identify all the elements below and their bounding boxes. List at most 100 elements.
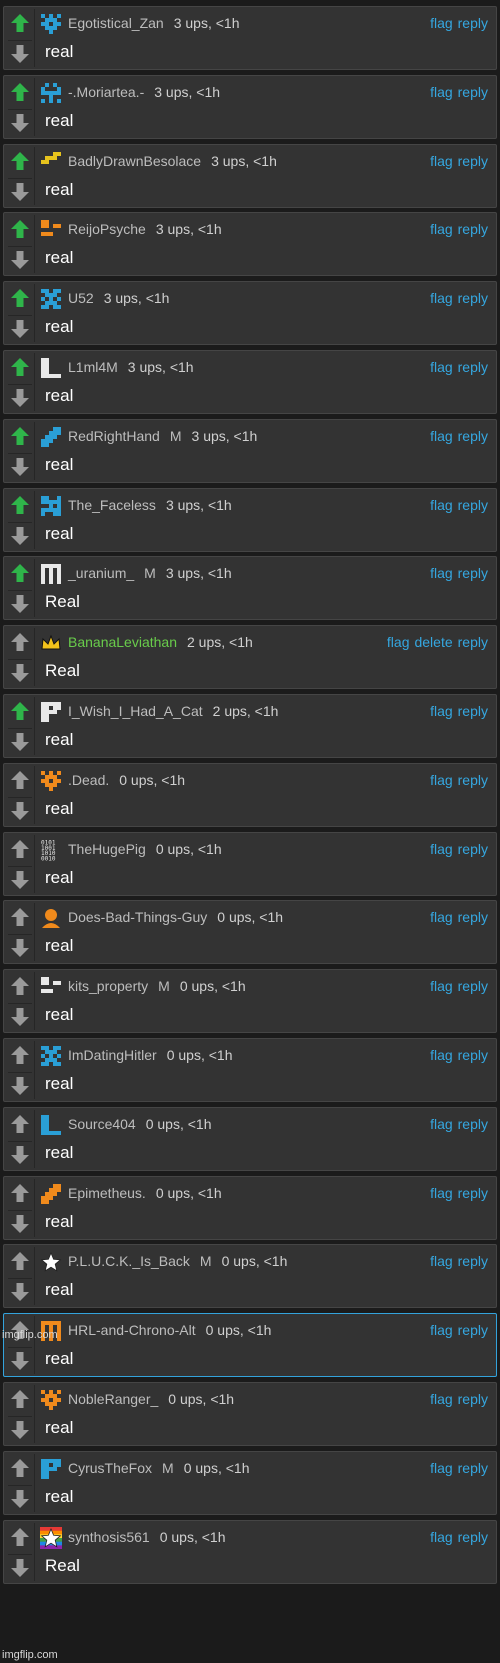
username-link[interactable]: -.Moriartea.- (68, 84, 144, 100)
upvote-arrow-icon[interactable] (10, 1251, 30, 1271)
orange-pixel-avatar-icon[interactable] (40, 219, 62, 241)
upvote-arrow-icon[interactable] (10, 563, 30, 583)
username-link[interactable]: .Dead. (68, 772, 109, 788)
binary-avatar-icon[interactable]: 0101 1001 1010 0010 (40, 839, 62, 862)
upvote-arrow-icon[interactable] (10, 426, 30, 446)
blue-pixel-avatar-icon[interactable] (40, 426, 62, 448)
upvote-arrow-icon[interactable] (10, 219, 30, 239)
username-link[interactable]: CyrusTheFox (68, 1460, 152, 1476)
downvote-arrow-icon[interactable] (10, 1076, 30, 1096)
downvote-arrow-icon[interactable] (10, 319, 30, 339)
reply-link[interactable]: reply (458, 221, 488, 237)
reply-link[interactable]: reply (458, 1322, 488, 1338)
username-link[interactable]: NobleRanger_ (68, 1391, 158, 1407)
reply-link[interactable]: reply (458, 84, 488, 100)
reply-link[interactable]: reply (458, 15, 488, 31)
rainbow-star-icon[interactable] (40, 1526, 62, 1549)
flag-link[interactable]: flag (430, 1460, 453, 1476)
username-link[interactable]: synthosis561 (68, 1529, 150, 1545)
upvote-arrow-icon[interactable] (10, 976, 30, 996)
upvote-arrow-icon[interactable] (10, 1527, 30, 1547)
username-link[interactable]: U52 (68, 290, 94, 306)
reply-link[interactable]: reply (458, 909, 488, 925)
upvote-arrow-icon[interactable] (10, 701, 30, 721)
flag-link[interactable]: flag (430, 15, 453, 31)
flag-link[interactable]: flag (430, 221, 453, 237)
upvote-arrow-icon[interactable] (10, 1183, 30, 1203)
orange-pixel-avatar-icon[interactable] (40, 1183, 62, 1205)
flag-link[interactable]: flag (430, 290, 453, 306)
flag-link[interactable]: flag (430, 428, 453, 444)
reply-link[interactable]: reply (458, 1460, 488, 1476)
blue-pixel-avatar-icon[interactable] (40, 1114, 62, 1136)
orange-pixel-avatar-icon[interactable] (40, 770, 62, 792)
username-link[interactable]: HRL-and-Chrono-Alt (68, 1322, 196, 1338)
flag-link[interactable]: flag (430, 359, 453, 375)
downvote-arrow-icon[interactable] (10, 1420, 30, 1440)
downvote-arrow-icon[interactable] (10, 1558, 30, 1578)
upvote-arrow-icon[interactable] (10, 82, 30, 102)
flag-link[interactable]: flag (430, 1185, 453, 1201)
downvote-arrow-icon[interactable] (10, 594, 30, 614)
downvote-arrow-icon[interactable] (10, 44, 30, 64)
downvote-arrow-icon[interactable] (10, 938, 30, 958)
reply-link[interactable]: reply (458, 1116, 488, 1132)
downvote-arrow-icon[interactable] (10, 1351, 30, 1371)
flag-link[interactable]: flag (430, 1322, 453, 1338)
reply-link[interactable]: reply (458, 1391, 488, 1407)
flag-link[interactable]: flag (430, 772, 453, 788)
flag-link[interactable]: flag (430, 909, 453, 925)
username-link[interactable]: L1ml4M (68, 359, 118, 375)
flag-link[interactable]: flag (387, 634, 410, 650)
flag-link[interactable]: flag (430, 1253, 453, 1269)
downvote-arrow-icon[interactable] (10, 388, 30, 408)
reply-link[interactable]: reply (458, 841, 488, 857)
flag-link[interactable]: flag (430, 978, 453, 994)
reply-link[interactable]: reply (458, 1047, 488, 1063)
reply-link[interactable]: reply (458, 772, 488, 788)
username-link[interactable]: TheHugePig (68, 841, 146, 857)
downvote-arrow-icon[interactable] (10, 1007, 30, 1027)
white-pixel-avatar-icon[interactable] (40, 563, 62, 585)
downvote-arrow-icon[interactable] (10, 526, 30, 546)
reply-link[interactable]: reply (458, 497, 488, 513)
white-pixel-avatar-icon[interactable] (40, 976, 62, 998)
flag-link[interactable]: flag (430, 1529, 453, 1545)
person-avatar-icon[interactable] (40, 907, 62, 929)
upvote-arrow-icon[interactable] (10, 1458, 30, 1478)
username-link[interactable]: Does-Bad-Things-Guy (68, 909, 207, 925)
upvote-arrow-icon[interactable] (10, 357, 30, 377)
flag-link[interactable]: flag (430, 565, 453, 581)
username-link[interactable]: Source404 (68, 1116, 136, 1132)
upvote-arrow-icon[interactable] (10, 151, 30, 171)
username-link[interactable]: I_Wish_I_Had_A_Cat (68, 703, 203, 719)
reply-link[interactable]: reply (458, 1529, 488, 1545)
crown-icon[interactable] (40, 632, 62, 654)
flag-link[interactable]: flag (430, 841, 453, 857)
reply-link[interactable]: reply (458, 565, 488, 581)
username-link[interactable]: _uranium_ (68, 565, 134, 581)
yellow-pixel-avatar-icon[interactable] (40, 151, 62, 173)
username-link[interactable]: BadlyDrawnBesolace (68, 153, 201, 169)
username-link[interactable]: Epimetheus. (68, 1185, 146, 1201)
white-pixel-avatar-icon[interactable] (40, 357, 62, 379)
downvote-arrow-icon[interactable] (10, 1489, 30, 1509)
upvote-arrow-icon[interactable] (10, 839, 30, 859)
downvote-arrow-icon[interactable] (10, 250, 30, 270)
downvote-arrow-icon[interactable] (10, 113, 30, 133)
reply-link[interactable]: reply (458, 703, 488, 719)
blue-pixel-avatar-icon[interactable] (40, 1458, 62, 1480)
reply-link[interactable]: reply (458, 428, 488, 444)
reply-link[interactable]: reply (458, 1185, 488, 1201)
reply-link[interactable]: reply (458, 359, 488, 375)
username-link[interactable]: BananaLeviathan (68, 634, 177, 650)
star-icon[interactable] (40, 1251, 62, 1273)
upvote-arrow-icon[interactable] (10, 907, 30, 927)
white-pixel-avatar-icon[interactable] (40, 701, 62, 723)
username-link[interactable]: P.L.U.C.K._Is_Back (68, 1253, 190, 1269)
blue-pixel-avatar-icon[interactable] (40, 13, 62, 35)
upvote-arrow-icon[interactable] (10, 770, 30, 790)
downvote-arrow-icon[interactable] (10, 1282, 30, 1302)
username-link[interactable]: ReijoPsyche (68, 221, 146, 237)
downvote-arrow-icon[interactable] (10, 732, 30, 752)
